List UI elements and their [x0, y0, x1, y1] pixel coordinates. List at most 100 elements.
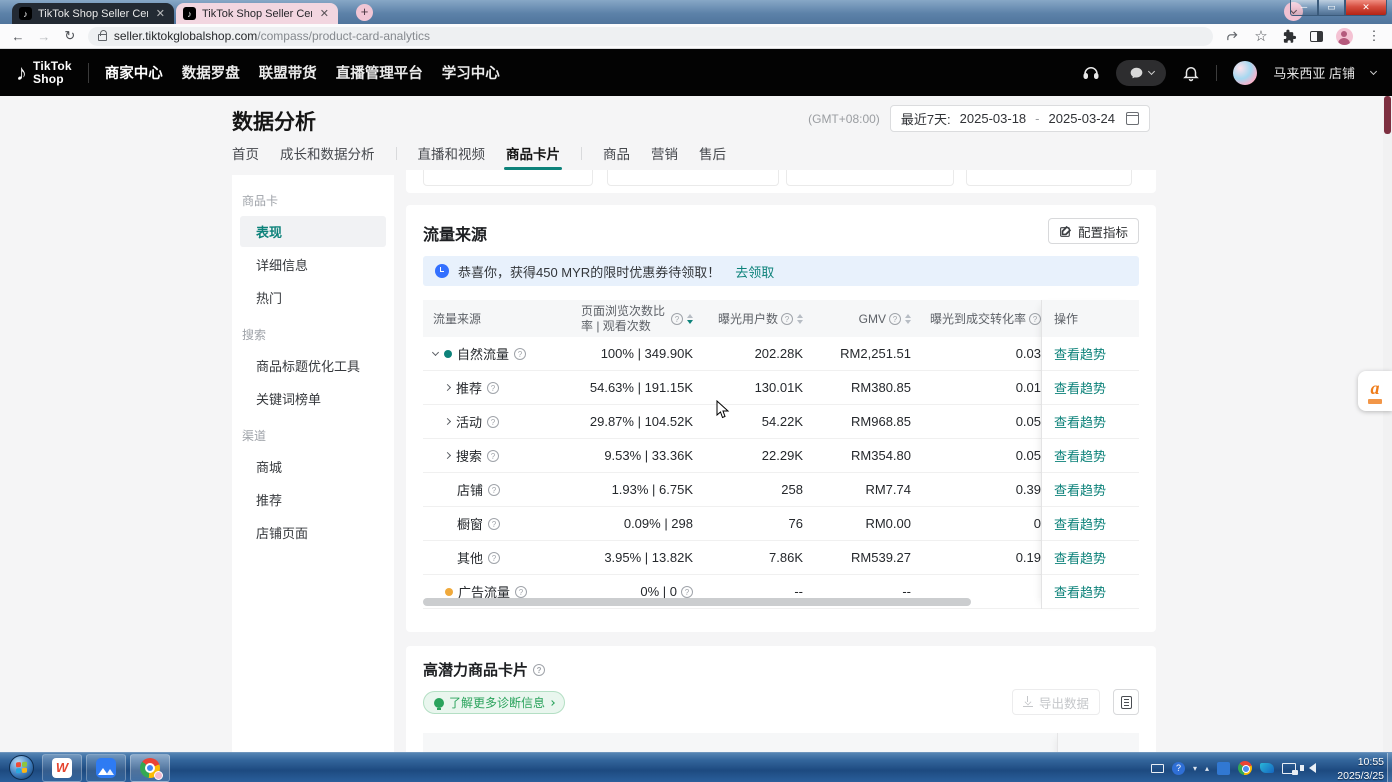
sidebar-item[interactable]: 推荐: [240, 484, 386, 515]
sidebar-item[interactable]: 商城: [240, 451, 386, 482]
address-bar[interactable]: seller.tiktokglobalshop.com/compass/prod…: [88, 27, 1213, 46]
column-header[interactable]: 流量来源: [423, 310, 581, 327]
maximize-button[interactable]: ▭: [1318, 0, 1345, 16]
new-tab-button[interactable]: +: [356, 4, 373, 21]
messages-button[interactable]: [1116, 60, 1166, 86]
info-icon[interactable]: ?: [515, 586, 527, 598]
taskbar-chrome-button[interactable]: [130, 754, 170, 782]
horizontal-scrollbar-thumb[interactable]: [423, 598, 971, 606]
headset-support-icon[interactable]: [1082, 64, 1100, 82]
store-name[interactable]: 马来西亚 店铺: [1273, 63, 1355, 82]
expand-icon[interactable]: [444, 418, 451, 425]
view-trend-link[interactable]: 查看趋势: [1054, 412, 1106, 431]
info-icon[interactable]: ?: [533, 664, 545, 676]
nav-item[interactable]: 数据罗盘: [182, 62, 240, 83]
speaker-icon[interactable]: [1304, 763, 1316, 773]
diagnosis-info-link[interactable]: 了解更多诊断信息: [423, 691, 565, 714]
forward-button[interactable]: →: [36, 29, 52, 44]
tiktok-shop-logo[interactable]: ♪ TikTokShop: [16, 60, 72, 86]
info-icon[interactable]: ?: [671, 313, 683, 325]
report-list-button[interactable]: [1113, 689, 1139, 715]
info-icon[interactable]: ?: [487, 382, 499, 394]
column-header[interactable]: GMV?: [803, 312, 911, 326]
view-trend-link[interactable]: 查看趋势: [1054, 548, 1106, 567]
tray-chrome-icon[interactable]: [1238, 761, 1252, 775]
info-icon[interactable]: ?: [781, 313, 793, 325]
view-trend-link[interactable]: 查看趋势: [1054, 480, 1106, 499]
column-header[interactable]: 页面浏览次数比率 | 观看次数?: [581, 304, 693, 334]
tab-close-icon[interactable]: ✕: [154, 7, 167, 20]
page-scrollbar[interactable]: [1383, 96, 1392, 752]
analytics-tab[interactable]: 首页: [232, 143, 259, 163]
bookmark-star-icon[interactable]: ☆: [1253, 27, 1269, 45]
browser-tab-active[interactable]: ♪ TikTok Shop Seller Center | Cro ✕: [176, 3, 338, 24]
tab-close-icon[interactable]: ✕: [318, 7, 331, 20]
side-panel-icon[interactable]: [1310, 31, 1323, 42]
info-icon[interactable]: ?: [681, 586, 693, 598]
stat-card-partial[interactable]: [607, 170, 779, 186]
stat-card-partial[interactable]: [966, 170, 1132, 186]
notification-bell-icon[interactable]: [1182, 64, 1200, 82]
stat-card-partial[interactable]: [423, 170, 593, 186]
extensions-puzzle-icon[interactable]: [1282, 29, 1297, 44]
profile-avatar-icon[interactable]: [1336, 28, 1353, 45]
browser-tab-inactive[interactable]: ♪ TikTok Shop Seller Center | Cro ✕: [12, 3, 174, 24]
date-range-picker[interactable]: 最近7天: 2025-03-18 - 2025-03-24: [890, 105, 1150, 132]
tray-caret-icon[interactable]: ▾: [1193, 764, 1197, 773]
view-trend-link[interactable]: 查看趋势: [1054, 446, 1106, 465]
info-icon[interactable]: ?: [889, 313, 901, 325]
nav-item[interactable]: 联盟带货: [259, 62, 317, 83]
info-icon[interactable]: ?: [488, 484, 500, 496]
analytics-tab[interactable]: 营销: [651, 143, 678, 163]
sidebar-item[interactable]: 详细信息: [240, 249, 386, 280]
analytics-tab[interactable]: 商品: [603, 143, 630, 163]
back-button[interactable]: ←: [10, 29, 26, 44]
minimize-button[interactable]: ─: [1290, 0, 1318, 16]
info-icon[interactable]: ?: [488, 552, 500, 564]
info-icon[interactable]: ?: [488, 518, 500, 530]
tray-help-icon[interactable]: ?: [1172, 762, 1185, 775]
info-icon[interactable]: ?: [1029, 313, 1041, 325]
column-header[interactable]: 曝光到成交转化率?: [911, 310, 1041, 327]
close-button[interactable]: ✕: [1345, 0, 1387, 16]
expand-collapse-icon[interactable]: [432, 349, 439, 356]
menu-dots-icon[interactable]: ⋮: [1366, 28, 1382, 44]
view-trend-link[interactable]: 查看趋势: [1054, 378, 1106, 397]
share-icon[interactable]: [1225, 29, 1240, 43]
export-data-button[interactable]: 导出数据: [1012, 689, 1100, 715]
nav-item[interactable]: 直播管理平台: [336, 62, 423, 83]
taskbar-clock[interactable]: 10:55 2025/3/25: [1337, 756, 1384, 782]
info-icon[interactable]: ?: [514, 348, 526, 360]
network-icon[interactable]: [1282, 763, 1296, 774]
nav-item[interactable]: 商家中心: [105, 62, 163, 83]
scrollbar-thumb[interactable]: [1384, 96, 1391, 134]
view-trend-link[interactable]: 查看趋势: [1054, 582, 1106, 601]
claim-coupon-link[interactable]: 去领取: [735, 262, 774, 281]
sidebar-item[interactable]: 商品标题优化工具: [240, 350, 386, 381]
analytics-tab[interactable]: 售后: [699, 143, 726, 163]
nav-item[interactable]: 学习中心: [442, 62, 500, 83]
tray-window-icon[interactable]: [1151, 764, 1164, 773]
store-avatar[interactable]: [1233, 61, 1257, 85]
taskbar-wps-button[interactable]: W: [42, 754, 82, 782]
analytics-tab[interactable]: 商品卡片: [506, 143, 560, 163]
show-desktop-button[interactable]: [1387, 753, 1392, 782]
info-icon[interactable]: ?: [487, 416, 499, 428]
info-icon[interactable]: ?: [487, 450, 499, 462]
tray-show-hidden-icon[interactable]: ▴: [1205, 764, 1209, 773]
reload-button[interactable]: ↻: [62, 28, 78, 44]
expand-icon[interactable]: [444, 452, 451, 459]
sidebar-item[interactable]: 关键词榜单: [240, 383, 386, 414]
stat-card-partial[interactable]: [786, 170, 954, 186]
tray-app-icon[interactable]: [1217, 762, 1230, 775]
view-trend-link[interactable]: 查看趋势: [1054, 344, 1106, 363]
analytics-tab[interactable]: 成长和数据分析: [280, 143, 375, 163]
start-button[interactable]: [9, 755, 34, 780]
ali-floating-widget[interactable]: a: [1358, 371, 1392, 411]
sidebar-item[interactable]: 店铺页面: [240, 517, 386, 548]
tray-teal-app-icon[interactable]: [1260, 763, 1274, 773]
view-trend-link[interactable]: 查看趋势: [1054, 514, 1106, 533]
column-header[interactable]: 曝光用户数?: [693, 310, 803, 327]
taskbar-app-button[interactable]: [86, 754, 126, 782]
sidebar-item[interactable]: 热门: [240, 282, 386, 313]
